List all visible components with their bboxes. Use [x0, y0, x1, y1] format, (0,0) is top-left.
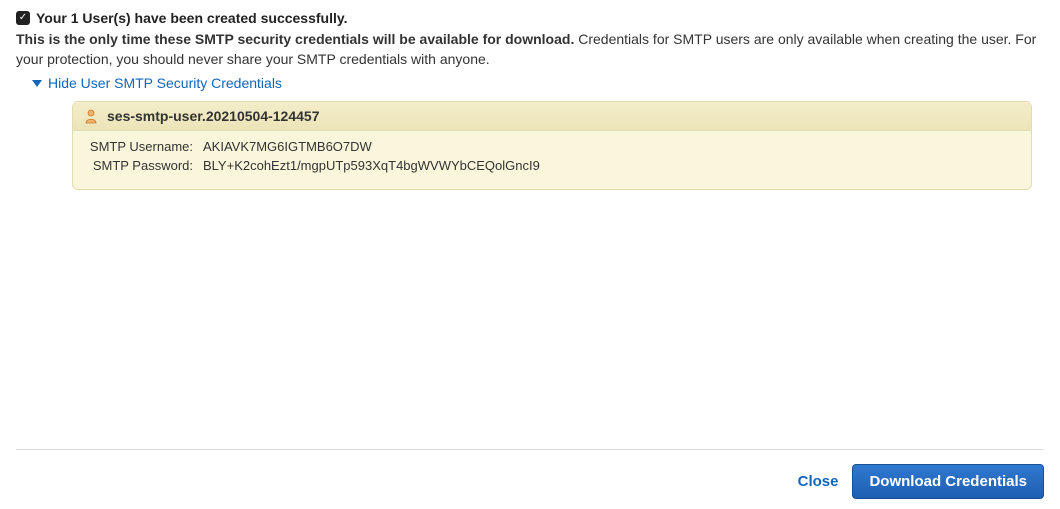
username-row: SMTP Username: AKIAVK7MG6IGTMB6O7DW: [83, 139, 1021, 154]
username-value: AKIAVK7MG6IGTMB6O7DW: [203, 139, 372, 154]
check-icon: ✓: [16, 11, 30, 25]
password-label: SMTP Password:: [83, 158, 193, 173]
close-button[interactable]: Close: [798, 473, 839, 490]
panel-header: ses-smtp-user.20210504-124457: [73, 102, 1031, 131]
password-value: BLY+K2cohEzt1/mgpUTp593XqT4bgWVWYbCEQolG…: [203, 158, 540, 173]
success-header: ✓ Your 1 User(s) have been created succe…: [16, 10, 1044, 26]
info-text: This is the only time these SMTP securit…: [16, 30, 1044, 69]
caret-down-icon: [32, 80, 42, 87]
toggle-credentials[interactable]: Hide User SMTP Security Credentials: [32, 75, 1044, 91]
footer: Close Download Credentials: [16, 449, 1044, 499]
username-label: SMTP Username:: [83, 139, 193, 154]
success-text: Your 1 User(s) have been created success…: [36, 10, 348, 26]
password-row: SMTP Password: BLY+K2cohEzt1/mgpUTp593Xq…: [83, 158, 1021, 173]
toggle-label: Hide User SMTP Security Credentials: [48, 75, 282, 91]
panel-title: ses-smtp-user.20210504-124457: [107, 108, 320, 124]
info-text-bold: This is the only time these SMTP securit…: [16, 31, 574, 47]
credentials-panel: ses-smtp-user.20210504-124457 SMTP Usern…: [72, 101, 1032, 190]
panel-body: SMTP Username: AKIAVK7MG6IGTMB6O7DW SMTP…: [73, 131, 1031, 189]
download-credentials-button[interactable]: Download Credentials: [852, 464, 1044, 499]
user-icon: [83, 108, 99, 124]
